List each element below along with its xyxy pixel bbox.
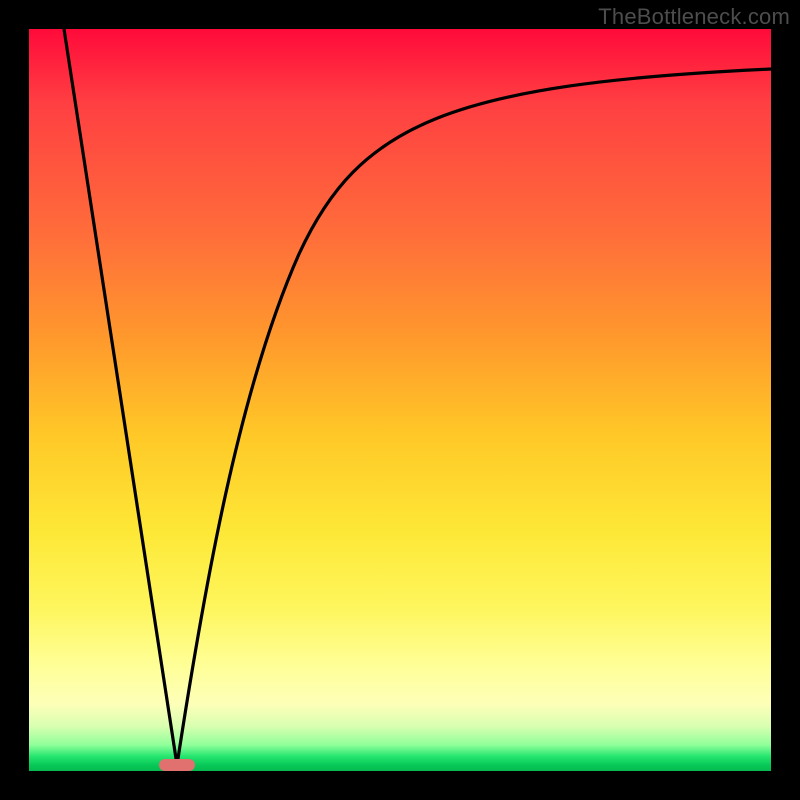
curve-right-branch: [177, 69, 771, 765]
watermark-text: TheBottleneck.com: [598, 4, 790, 30]
curve-left-branch: [64, 29, 177, 765]
plot-area: [29, 29, 771, 771]
minimum-marker: [159, 759, 195, 771]
chart-container: TheBottleneck.com: [0, 0, 800, 800]
curve-layer: [29, 29, 771, 771]
